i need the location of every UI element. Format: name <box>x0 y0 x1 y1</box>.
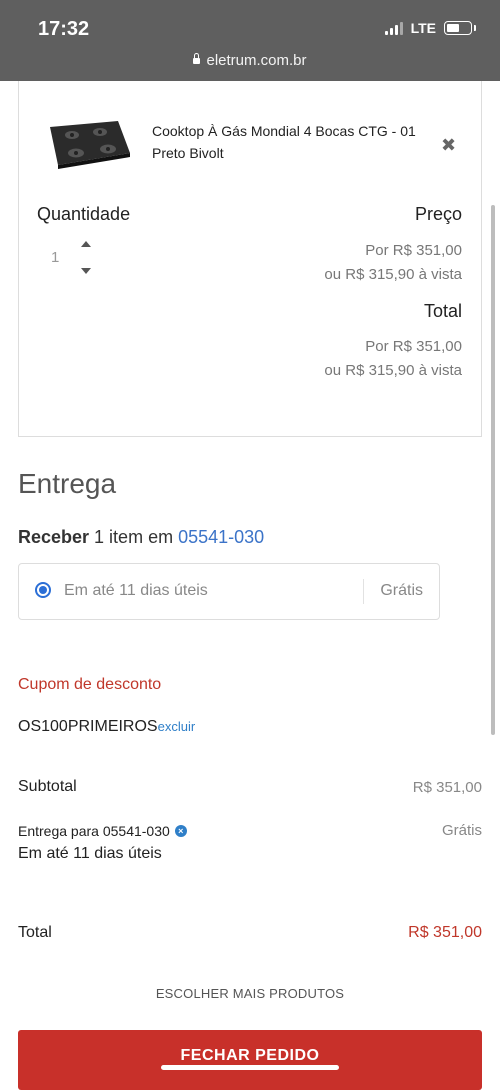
zip-code-link[interactable]: 05541-030 <box>178 527 264 547</box>
product-image[interactable] <box>40 113 132 173</box>
delivery-section-title: Entrega <box>18 468 117 499</box>
chevron-down-icon[interactable] <box>81 268 91 274</box>
subtotal-value: R$ 351,00 <box>412 779 482 796</box>
coupon-code: OS100PRIMEIROS <box>18 718 158 735</box>
close-icon[interactable]: ✖ <box>441 135 456 156</box>
item-total: Por R$ 351,00 <box>365 338 462 355</box>
coupon-applied: OS100PRIMEIROSexcluir <box>18 718 195 736</box>
product-name[interactable]: Cooktop À Gás Mondial 4 Bocas CTG - 01 P… <box>152 120 432 164</box>
browser-top-bar: 17:32 LTE eletrum.com.br <box>0 0 500 81</box>
checkout-button[interactable]: FECHAR PEDIDO <box>18 1030 482 1090</box>
lock-icon <box>193 53 201 64</box>
summary-delivery: Entrega para 05541-030 × <box>18 823 187 839</box>
checkout-button-label: FECHAR PEDIDO <box>180 1047 320 1064</box>
network-type: LTE <box>410 20 436 36</box>
continue-shopping-link[interactable]: ESCOLHER MAIS PRODUTOS <box>0 986 500 1001</box>
summary-delivery-value: Grátis <box>441 822 482 839</box>
item-price: Por R$ 351,00 <box>365 242 462 259</box>
coupon-title[interactable]: Cupom de desconto <box>18 676 161 694</box>
divider <box>363 579 364 604</box>
summary-delivery-label: Entrega para 05541-030 <box>18 823 170 839</box>
close-circle-icon[interactable]: × <box>174 825 187 837</box>
shipping-option-price: Grátis <box>380 582 423 599</box>
item-total-label: Total <box>423 301 462 321</box>
status-indicators: LTE <box>384 20 476 36</box>
delivery-receive-text: Receber 1 item em 05541-030 <box>18 527 264 548</box>
receive-items-text: 1 item em <box>89 527 179 547</box>
order-total-value: R$ 351,00 <box>408 924 482 941</box>
url-text: eletrum.com.br <box>206 52 307 69</box>
item-price-cash: ou R$ 315,90 à vista <box>324 266 462 283</box>
summary-delivery-time: Em até 11 dias úteis <box>18 845 162 862</box>
order-total-label: Total <box>18 924 52 941</box>
quantity-stepper[interactable]: 1 <box>51 249 59 266</box>
home-indicator[interactable] <box>161 1065 339 1070</box>
address-bar[interactable]: eletrum.com.br <box>0 52 500 69</box>
item-total-cash: ou R$ 315,90 à vista <box>324 362 462 379</box>
coupon-remove-link[interactable]: excluir <box>158 719 196 734</box>
chevron-up-icon[interactable] <box>81 241 91 247</box>
subtotal-label: Subtotal <box>18 778 77 795</box>
price-label: Preço <box>414 204 462 224</box>
page-scrollbar[interactable] <box>491 205 495 735</box>
receive-label: Receber <box>18 527 90 547</box>
shipping-radio[interactable] <box>35 582 51 598</box>
shipping-option[interactable]: Em até 11 dias úteis Grátis <box>18 563 440 620</box>
battery-icon <box>444 21 476 35</box>
signal-icon <box>384 21 403 35</box>
shipping-option-label: Em até 11 dias úteis <box>64 582 208 599</box>
status-time: 17:32 <box>38 18 90 40</box>
quantity-label: Quantidade <box>37 204 131 224</box>
